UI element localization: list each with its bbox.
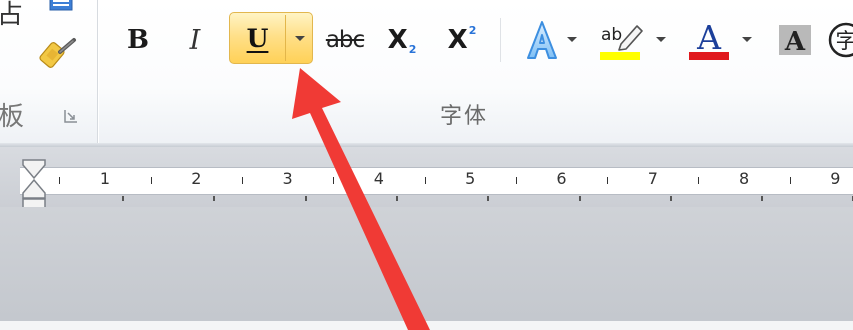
text-effects-dropdown-icon[interactable] (567, 37, 577, 42)
ruler-tick (241, 177, 243, 184)
ruler-label: 1 (99, 169, 111, 188)
horizontal-ruler[interactable]: 1 2 3 4 5 6 7 8 9 (20, 167, 853, 195)
ruler-label: 7 (647, 169, 658, 188)
ruler-tick (698, 177, 700, 184)
enclosed-character-icon: 字 (828, 22, 853, 58)
ruler-label: 5 (465, 169, 476, 188)
ribbon: 占 板 B I U abc X2 X2 ab A A 字 字体 (0, 0, 853, 145)
ruler-tab-tick (395, 196, 398, 201)
ruler-tab-tick (304, 196, 307, 201)
font-group-label: 字体 (440, 104, 489, 129)
highlight-button[interactable]: ab (595, 18, 647, 62)
text-effects-icon (527, 21, 557, 59)
text-effects-button[interactable] (518, 18, 566, 62)
underline-button[interactable]: U (230, 13, 285, 63)
ruler-tab-tick (761, 196, 764, 201)
font-color-dropdown-icon[interactable] (742, 37, 752, 42)
ruler-label: 3 (282, 169, 293, 188)
subscript-label: X (387, 25, 408, 55)
copy-icon[interactable] (46, 0, 76, 12)
font-color-icon: A (689, 18, 729, 60)
format-painter-icon[interactable] (38, 36, 82, 76)
document-page-edge (0, 321, 853, 330)
superscript-label: X (447, 25, 468, 55)
ruler-label: 9 (830, 169, 841, 188)
paste-button-label[interactable]: 占 (0, 0, 23, 30)
font-color-icon-text: A (696, 18, 722, 57)
ruler-label: 4 (373, 169, 384, 188)
enclosed-icon-text: 字 (836, 29, 853, 53)
ruler-tick (59, 177, 61, 184)
bold-button[interactable]: B (118, 18, 158, 62)
strikethrough-button[interactable]: abc (322, 18, 368, 62)
ruler-area: 1 2 3 4 5 6 7 8 9 (0, 147, 853, 207)
ruler-tab-tick (487, 196, 490, 201)
ruler-tick (150, 177, 152, 184)
clipboard-group-label: 板 (0, 102, 25, 132)
superscript-button[interactable]: X2 (440, 18, 484, 62)
ruler-tab-tick (669, 196, 672, 201)
underline-dropdown-button[interactable] (287, 13, 312, 63)
subscript-button[interactable]: X2 (380, 18, 424, 62)
chevron-down-icon (294, 35, 305, 41)
ruler-tab-tick (122, 196, 124, 201)
superscript-mark: 2 (468, 23, 477, 37)
ruler-label: 2 (191, 169, 202, 188)
ruler-tick (789, 177, 791, 184)
ruler-tab-tick (213, 196, 216, 201)
group-divider (97, 0, 99, 143)
highlight-dropdown-icon[interactable] (656, 37, 666, 42)
shading-icon-text: A (784, 27, 806, 57)
indent-marker-icon[interactable] (20, 156, 48, 214)
ruler-tick (607, 177, 609, 184)
underline-split-button[interactable]: U (229, 12, 313, 64)
split-divider (285, 15, 286, 61)
ruler-tab-tick (578, 196, 581, 201)
ruler-label: 8 (739, 169, 750, 188)
clipboard-group: 占 板 (0, 0, 97, 143)
enclosed-character-button[interactable]: 字 (826, 18, 853, 62)
character-shading-icon: A (779, 25, 811, 57)
ruler-tick (515, 177, 517, 184)
character-shading-button[interactable]: A (776, 18, 814, 62)
italic-button[interactable]: I (175, 18, 215, 62)
highlight-icon: ab (600, 25, 643, 60)
ruler-tick (424, 177, 426, 184)
document-canvas (0, 207, 853, 330)
ruler-label: 6 (556, 169, 567, 188)
toolbar-separator (500, 18, 501, 62)
clipboard-dialog-launcher-icon[interactable] (62, 107, 80, 125)
ruler-tick (333, 177, 335, 184)
font-color-button[interactable]: A (685, 18, 733, 62)
highlight-icon-text: ab (601, 25, 622, 45)
subscript-mark: 2 (408, 42, 417, 56)
